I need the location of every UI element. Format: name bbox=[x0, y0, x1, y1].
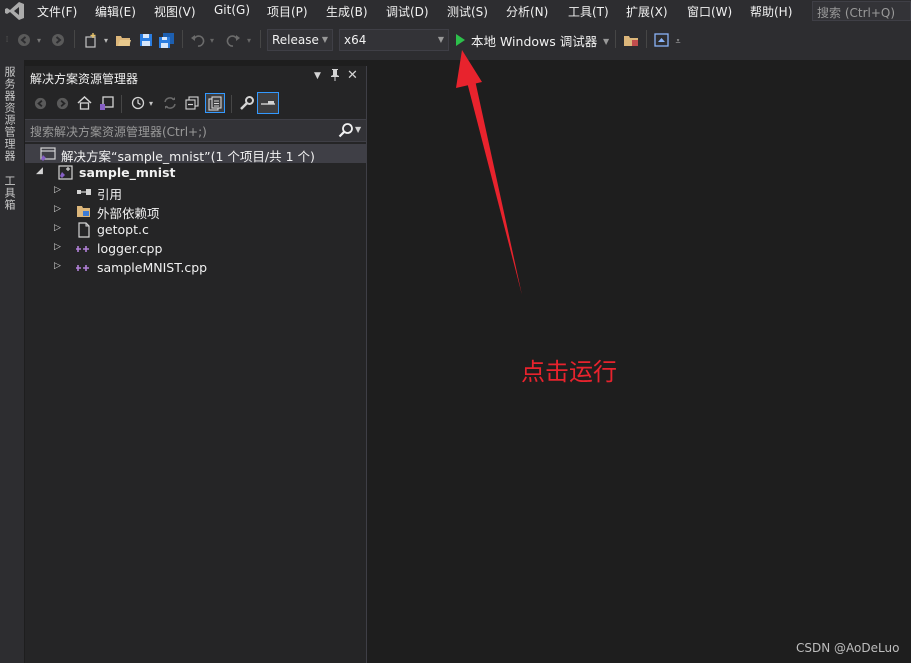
annotation-arrow-head bbox=[456, 50, 482, 88]
annotation-arrow-shaft bbox=[467, 80, 522, 295]
annotation-label: 点击运行 bbox=[521, 358, 617, 386]
watermark-text: CSDN @AoDeLuo bbox=[796, 641, 900, 655]
annotation-arrow bbox=[456, 50, 522, 295]
